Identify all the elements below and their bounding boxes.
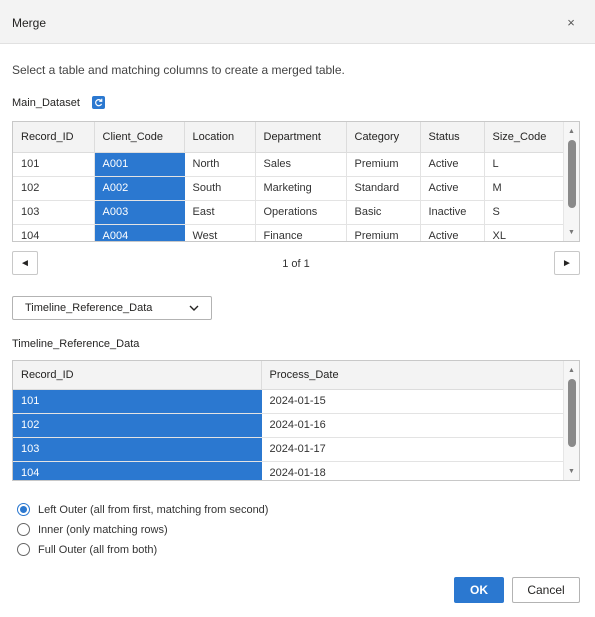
table-cell[interactable]: North xyxy=(184,152,256,177)
table-cell[interactable]: M xyxy=(484,176,566,201)
column-header[interactable]: Size_Code xyxy=(484,122,566,153)
scroll-down-icon[interactable]: ▼ xyxy=(564,225,579,239)
join-kind-label: Inner (only matching rows) xyxy=(38,523,168,536)
table-cell[interactable]: A001 xyxy=(94,152,185,177)
chevron-down-icon xyxy=(189,303,199,313)
table-cell[interactable]: Active xyxy=(420,176,485,201)
table-cell[interactable]: Finance xyxy=(255,224,347,241)
radio-button[interactable] xyxy=(17,503,30,516)
table-cell[interactable]: Marketing xyxy=(255,176,347,201)
table-cell[interactable]: 104 xyxy=(13,461,262,480)
table-cell[interactable]: 2024-01-16 xyxy=(261,413,566,438)
refresh-icon[interactable] xyxy=(92,96,105,109)
next-page-button[interactable]: ► xyxy=(554,251,580,275)
table-row: 103 A003 East Operations Basic Inactive S xyxy=(13,200,566,225)
second-table-select[interactable]: Timeline_Reference_Data xyxy=(12,296,212,320)
column-header[interactable]: Department xyxy=(255,122,347,153)
column-header[interactable]: Record_ID xyxy=(13,122,95,153)
table-row: 103 2024-01-17 xyxy=(13,437,566,462)
table-row: 102 A002 South Marketing Standard Active M xyxy=(13,176,566,201)
radio-button[interactable] xyxy=(17,523,30,536)
table-cell[interactable]: 102 xyxy=(13,176,95,201)
table-cell[interactable]: East xyxy=(184,200,256,225)
ok-button[interactable]: OK xyxy=(454,577,504,603)
table-cell[interactable]: 104 xyxy=(13,224,95,241)
table-cell[interactable]: A002 xyxy=(94,176,185,201)
scroll-up-icon[interactable]: ▲ xyxy=(564,124,579,138)
table-cell[interactable]: Premium xyxy=(346,152,421,177)
table-cell[interactable]: Active xyxy=(420,152,485,177)
page-indicator: 1 of 1 xyxy=(282,258,310,270)
scroll-down-icon[interactable]: ▼ xyxy=(564,464,579,478)
instruction-text: Select a table and matching columns to c… xyxy=(12,63,345,77)
join-kind-option[interactable]: Left Outer (all from first, matching fro… xyxy=(17,503,268,516)
table-cell[interactable]: 103 xyxy=(13,437,262,462)
table-cell[interactable]: Premium xyxy=(346,224,421,241)
dialog-title: Merge xyxy=(12,16,47,30)
join-kind-label: Full Outer (all from both) xyxy=(38,543,158,556)
table-row: 101 2024-01-15 xyxy=(13,389,566,414)
table-cell[interactable]: Basic xyxy=(346,200,421,225)
second-table-select-value: Timeline_Reference_Data xyxy=(25,302,153,314)
column-header[interactable]: Status xyxy=(420,122,485,153)
scroll-thumb[interactable] xyxy=(568,140,576,208)
table-cell[interactable]: 2024-01-15 xyxy=(261,389,566,414)
close-icon[interactable]: × xyxy=(563,14,579,30)
table-row: 104 2024-01-18 xyxy=(13,461,566,480)
column-header[interactable]: Location xyxy=(184,122,256,153)
table-cell[interactable]: Active xyxy=(420,224,485,241)
table-cell[interactable]: 2024-01-18 xyxy=(261,461,566,480)
radio-button[interactable] xyxy=(17,543,30,556)
table1-name: Main_Dataset xyxy=(12,97,80,109)
cancel-button[interactable]: Cancel xyxy=(512,577,580,603)
join-kind-label: Left Outer (all from first, matching fro… xyxy=(38,503,269,516)
table-cell[interactable]: S xyxy=(484,200,566,225)
column-header[interactable]: Category xyxy=(346,122,421,153)
scroll-thumb[interactable] xyxy=(568,379,576,447)
column-header[interactable]: Process_Date xyxy=(261,361,566,390)
table-cell[interactable]: L xyxy=(484,152,566,177)
table2-preview-grid: Record_ID Process_Date 101 2024-01-15 102 20… xyxy=(12,360,580,481)
column-header[interactable]: Record_ID xyxy=(13,361,262,390)
table-cell[interactable]: South xyxy=(184,176,256,201)
table1-preview-grid: Record_ID Client_Code Location Department Ca… xyxy=(12,121,580,242)
table-cell[interactable]: A003 xyxy=(94,200,185,225)
table-cell[interactable]: 2024-01-17 xyxy=(261,437,566,462)
join-kind-option[interactable]: Inner (only matching rows) xyxy=(17,523,168,536)
table-cell[interactable]: Standard xyxy=(346,176,421,201)
table-row: 102 2024-01-16 xyxy=(13,413,566,438)
table2-name: Timeline_Reference_Data xyxy=(12,338,140,350)
table-cell[interactable]: West xyxy=(184,224,256,241)
table-cell[interactable]: 102 xyxy=(13,413,262,438)
table-row: 101 A001 North Sales Premium Active L xyxy=(13,152,566,177)
table1-scrollbar[interactable]: ▲ ▼ xyxy=(563,122,579,241)
table-row: 104 A004 West Finance Premium Active XL xyxy=(13,224,566,241)
column-header[interactable]: Client_Code xyxy=(94,122,185,153)
join-kind-option[interactable]: Full Outer (all from both) xyxy=(17,543,157,556)
prev-page-button[interactable]: ◄ xyxy=(12,251,38,275)
table-cell[interactable]: Sales xyxy=(255,152,347,177)
table-cell[interactable]: XL xyxy=(484,224,566,241)
table2-scrollbar[interactable]: ▲ ▼ xyxy=(563,361,579,480)
table-cell[interactable]: 101 xyxy=(13,389,262,414)
table-cell[interactable]: Operations xyxy=(255,200,347,225)
table-cell[interactable]: A004 xyxy=(94,224,185,241)
table-cell[interactable]: 101 xyxy=(13,152,95,177)
dialog-title-bar: Merge × xyxy=(0,0,595,44)
table-cell[interactable]: Inactive xyxy=(420,200,485,225)
scroll-up-icon[interactable]: ▲ xyxy=(564,363,579,377)
table-cell[interactable]: 103 xyxy=(13,200,95,225)
